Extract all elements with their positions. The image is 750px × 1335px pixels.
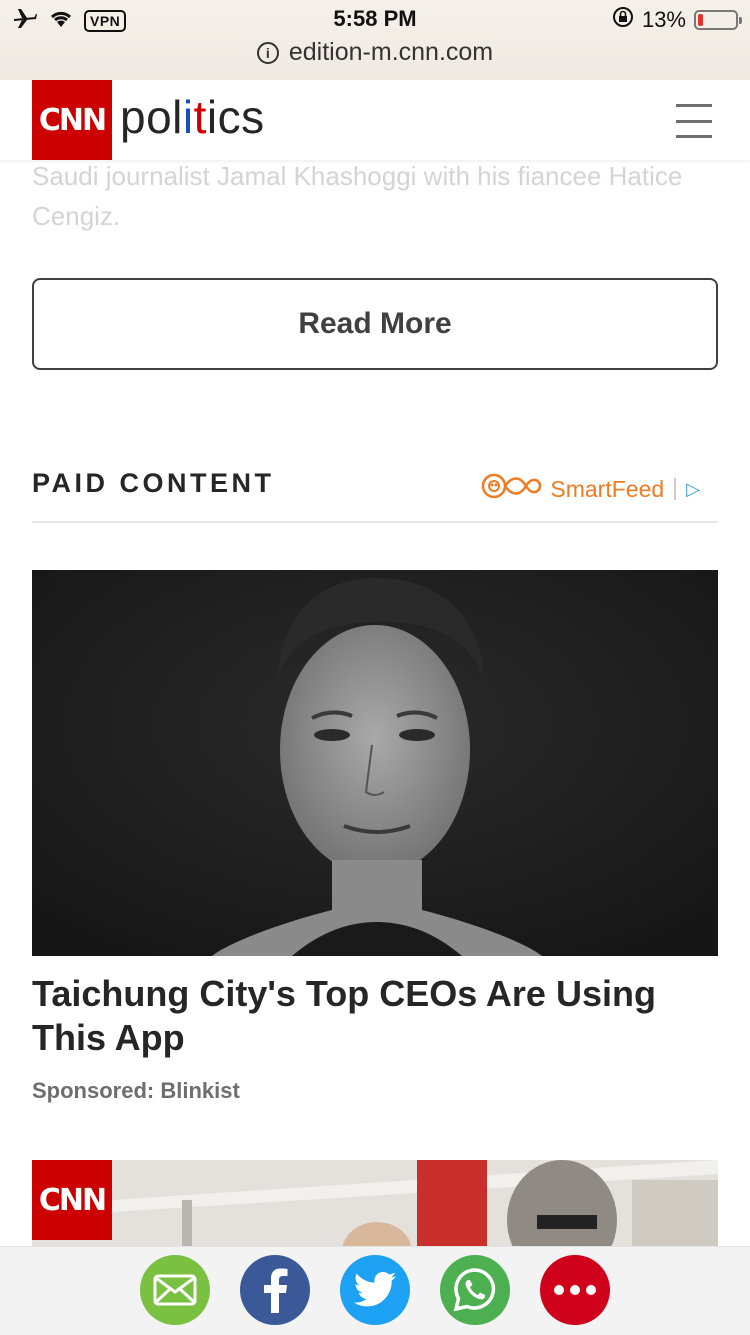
read-more-button[interactable]: Read More: [32, 278, 718, 370]
cnn-logo[interactable]: CNN: [32, 80, 112, 160]
sponsored-card-title[interactable]: Taichung City's Top CEOs Are Using This …: [32, 972, 718, 1060]
address-bar[interactable]: i edition-m.cnn.com: [0, 38, 750, 67]
site-header: CNN politics: [0, 80, 750, 160]
more-share-icon[interactable]: [540, 1255, 610, 1325]
smartfeed-label: SmartFeed: [550, 475, 665, 502]
whatsapp-share-icon[interactable]: [440, 1255, 510, 1325]
section-title-part: pol: [120, 91, 183, 143]
image-caption: Saudi journalist Jamal Khashoggi with hi…: [32, 161, 683, 231]
paid-content-header: PAID CONTENT SmartFeed ▷: [32, 464, 718, 523]
battery-icon: [694, 10, 742, 30]
email-share-icon[interactable]: [140, 1255, 210, 1325]
sponsored-image-portrait[interactable]: [32, 570, 718, 956]
url-text: edition-m.cnn.com: [288, 38, 494, 66]
rotation-lock-icon: [612, 6, 634, 34]
info-icon[interactable]: i: [256, 42, 279, 64]
facebook-share-icon[interactable]: [240, 1255, 310, 1325]
second-card-image[interactable]: CNN: [32, 1160, 718, 1260]
section-title-part: t: [193, 91, 207, 143]
share-bar: [0, 1246, 750, 1335]
browser-chrome: VPN 5:58 PM 13% i edition-m.cnn.com: [0, 0, 750, 80]
section-title[interactable]: politics: [120, 90, 265, 144]
cnn-badge-text: CNN: [38, 1182, 107, 1218]
section-title-part: i: [182, 91, 194, 143]
section-title-part: i: [206, 91, 218, 143]
twitter-share-icon[interactable]: [340, 1255, 410, 1325]
sponsored-card-source: Sponsored: Blinkist: [32, 1078, 240, 1103]
section-title-part: cs: [217, 91, 265, 143]
cnn-logo-text: CNN: [38, 102, 107, 138]
cnn-badge-logo: CNN: [32, 1160, 112, 1240]
paid-content-title: PAID CONTENT: [32, 468, 275, 498]
status-bar: VPN 5:58 PM 13%: [0, 0, 750, 42]
smartfeed-divider: [674, 478, 677, 500]
outbrain-logo-icon: [480, 472, 542, 506]
adchoices-icon[interactable]: ▷: [686, 479, 700, 500]
smartfeed-attribution[interactable]: SmartFeed ▷: [480, 472, 700, 506]
battery-percent: 13%: [641, 7, 686, 32]
hamburger-menu-icon[interactable]: [676, 104, 712, 138]
status-right: 13%: [612, 6, 742, 34]
